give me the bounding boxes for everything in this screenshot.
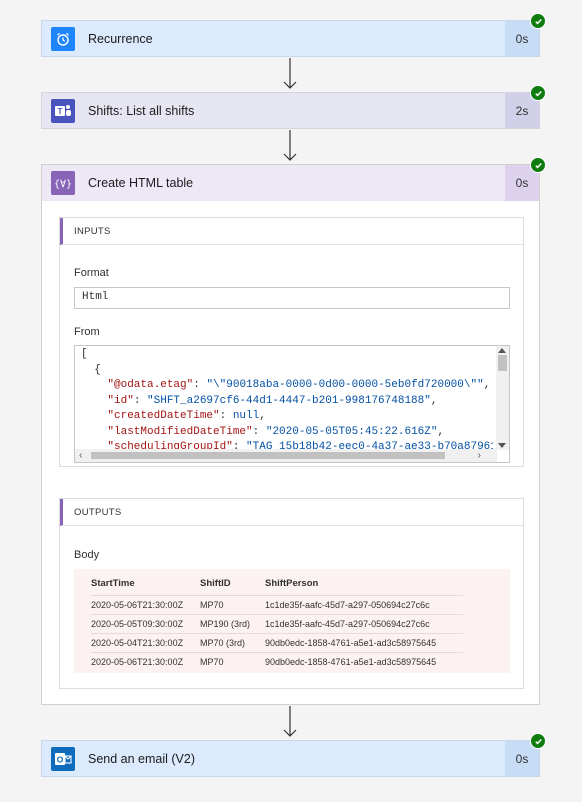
table-header-row: StartTime ShiftID ShiftPerson [91, 578, 463, 596]
step-title: Recurrence [88, 31, 153, 46]
json-line: "id": "SHFT_a2697cf6-44d1-4447-b201-9981… [107, 394, 438, 407]
cell-shiftperson: 90db0edc-1858-4761-a5e1-ad3c58975645 [265, 652, 463, 671]
table-row: 2020-05-05T09:30:00Z MP190 (3rd) 1c1de35… [91, 614, 463, 634]
json-value: "SHFT_a2697cf6-44d1-4447-b201-9981767481… [147, 394, 431, 407]
json-key: "id" [107, 394, 134, 407]
cell-starttime: 2020-05-06T21:30:00Z [91, 595, 200, 615]
step-title: Create HTML table [88, 176, 194, 190]
cell-shiftid: MP70 [200, 595, 265, 615]
data-operation-icon: {∀} [51, 171, 75, 195]
svg-text:{∀}: {∀} [54, 179, 72, 190]
json-key: "lastModifiedDateTime" [107, 425, 253, 438]
vertical-scrollbar[interactable] [496, 346, 509, 450]
inputs-header: INPUTS [60, 218, 523, 245]
cell-starttime: 2020-05-06T21:30:00Z [91, 652, 200, 671]
cell-starttime: 2020-05-04T21:30:00Z [91, 633, 200, 653]
flow-arrow-icon [283, 706, 297, 737]
scroll-down-icon[interactable] [498, 443, 506, 448]
teams-icon: T [51, 98, 75, 123]
success-check-icon [530, 157, 546, 173]
cell-shiftid: MP70 [200, 652, 265, 671]
json-content: [ { "@odata.etag": "\"90018aba-0000-0d00… [81, 347, 493, 462]
json-key: "@odata.etag" [107, 379, 194, 391]
column-header-starttime: StartTime [91, 578, 135, 589]
column-header-shiftid: ShiftID [200, 578, 231, 589]
outlook-icon: O [51, 746, 75, 771]
table-row: 2020-05-06T21:30:00Z MP70 1c1de35f-aafc-… [91, 595, 463, 615]
json-line: "lastModifiedDateTime": "2020-05-05T05:4… [107, 425, 445, 438]
flow-arrow-icon [283, 58, 297, 89]
cell-shiftid: MP70 (3rd) [200, 633, 265, 653]
json-punctuation: , [437, 425, 445, 438]
json-punctuation: , [483, 379, 491, 391]
json-line: { [81, 363, 493, 379]
json-punctuation: , [259, 410, 266, 422]
flow-arrow-icon [283, 130, 297, 161]
outputs-header: OUTPUTS [60, 499, 523, 526]
svg-text:O: O [57, 754, 64, 764]
json-value: "\"90018aba-0000-0d00-0000-5eb0fd720000\… [206, 379, 484, 391]
scroll-right-icon[interactable]: › [478, 451, 481, 461]
cell-shiftperson: 90db0edc-1858-4761-a5e1-ad3c58975645 [265, 633, 463, 653]
vertical-scroll-thumb[interactable] [498, 355, 507, 371]
cell-starttime: 2020-05-05T09:30:00Z [91, 614, 200, 634]
from-json-viewer[interactable]: [ { "@odata.etag": "\"90018aba-0000-0d00… [74, 345, 510, 463]
scroll-left-icon[interactable]: ‹ [79, 451, 82, 461]
step-title: Send an email (V2) [88, 751, 196, 766]
json-value: { [94, 363, 101, 376]
shifts-list-step[interactable]: T Shifts: List all shifts 2s [41, 85, 546, 129]
inputs-panel: INPUTS Format Html From [ { "@odata.etag… [59, 217, 524, 467]
horizontal-scrollbar[interactable]: ‹ › [75, 449, 497, 462]
cell-shiftperson: 1c1de35f-aafc-45d7-a297-050694c27c6c [265, 614, 463, 634]
format-label: Format [74, 267, 109, 279]
cell-shiftid: MP190 (3rd) [200, 614, 265, 634]
success-check-icon [530, 13, 546, 29]
format-field[interactable]: Html [74, 287, 510, 309]
outputs-panel: OUTPUTS Body StartTime ShiftID ShiftPers… [59, 498, 524, 689]
table-row: 2020-05-06T21:30:00Z MP70 90db0edc-1858-… [91, 652, 463, 671]
cell-shiftperson: 1c1de35f-aafc-45d7-a297-050694c27c6c [265, 595, 463, 615]
json-line: [ [81, 347, 493, 363]
success-check-icon [530, 733, 546, 749]
create-html-table-step[interactable]: {∀} Create HTML table 0s INPUTS Format H… [41, 157, 546, 705]
horizontal-scroll-thumb[interactable] [91, 452, 445, 459]
send-email-step[interactable]: O Send an email (V2) 0s [41, 733, 546, 777]
from-label: From [74, 326, 100, 338]
output-table-container: StartTime ShiftID ShiftPerson 2020-05-06… [74, 569, 510, 673]
body-label: Body [74, 549, 100, 561]
recurrence-header[interactable]: Recurrence 0s [41, 13, 546, 57]
json-punctuation: , [430, 394, 438, 407]
scroll-up-icon[interactable] [498, 348, 506, 353]
json-line: "createdDateTime": null, [107, 410, 266, 422]
send-email-header[interactable]: O Send an email (V2) 0s [41, 733, 546, 777]
json-key: "createdDateTime" [107, 410, 220, 422]
html-table-header[interactable]: {∀} Create HTML table 0s [42, 157, 546, 201]
json-value: null [232, 410, 260, 422]
alarm-clock-icon [51, 26, 75, 51]
table-row: 2020-05-04T21:30:00Z MP70 (3rd) 90db0edc… [91, 633, 463, 653]
json-line: "@odata.etag": "\"90018aba-0000-0d00-000… [107, 379, 491, 391]
success-check-icon [530, 85, 546, 101]
json-value: [ [81, 348, 88, 360]
format-value: Html [82, 291, 109, 303]
column-header-shiftperson: ShiftPerson [265, 578, 319, 589]
shifts-header[interactable]: T Shifts: List all shifts 2s [41, 85, 546, 129]
output-html-table: StartTime ShiftID ShiftPerson 2020-05-06… [91, 578, 463, 671]
svg-text:T: T [58, 107, 63, 116]
recurrence-step[interactable]: Recurrence 0s [41, 13, 546, 57]
json-value: "2020-05-05T05:45:22.616Z" [265, 425, 438, 438]
step-title: Shifts: List all shifts [88, 103, 195, 118]
